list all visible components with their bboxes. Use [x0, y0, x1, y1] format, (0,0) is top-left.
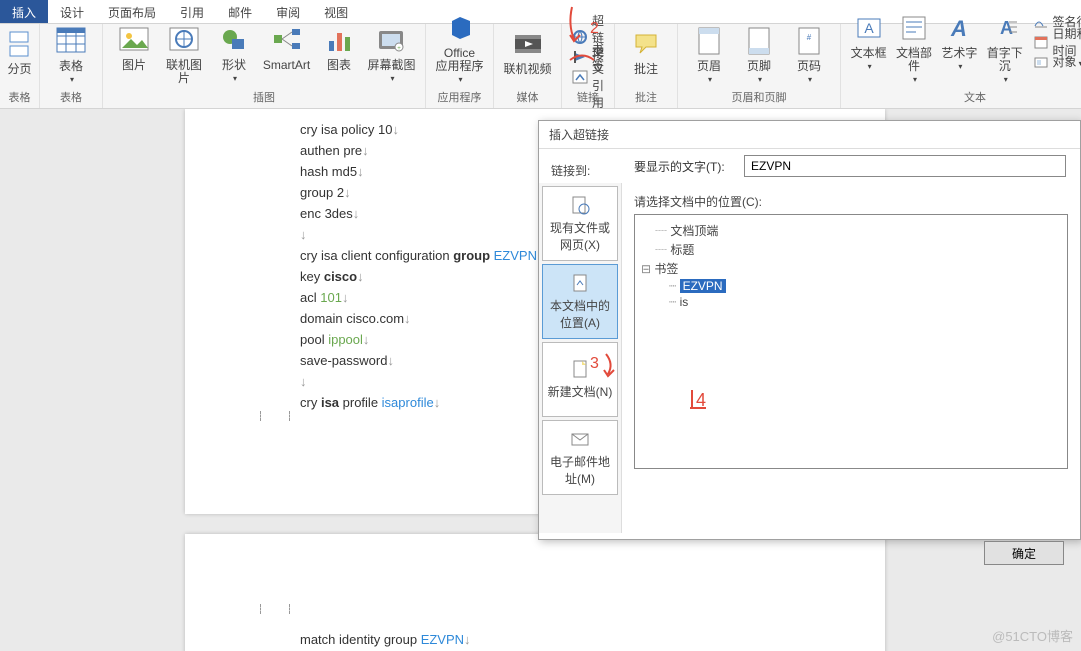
chart-icon	[323, 24, 355, 56]
smartart-icon	[271, 24, 303, 56]
group-label-comments: 批注	[635, 87, 657, 108]
ribbon: 分页 表格 表格▾ 表格 图片 联机图片 形状▾ SmartArt 图表 +屏幕…	[0, 24, 1081, 109]
linkto-panel: 现有文件或网页(X) 本文档中的位置(A) 新建文档(N) 电子邮件地址(M)	[539, 183, 622, 533]
object-icon	[1033, 54, 1049, 70]
display-text-input[interactable]	[744, 155, 1066, 177]
parts-button[interactable]: 文档部件▾	[890, 10, 938, 87]
group-label-apps: 应用程序	[438, 87, 482, 108]
linkto-email[interactable]: 电子邮件地址(M)	[542, 420, 618, 495]
pagenum-icon: #	[793, 25, 825, 57]
office-apps-button[interactable]: Office 应用程序▾	[432, 10, 487, 87]
textbox-icon: A	[853, 12, 885, 44]
crossref-button[interactable]: 交叉引用	[568, 67, 608, 87]
shapes-icon	[218, 24, 250, 56]
linkto-this-doc[interactable]: 本文档中的位置(A)	[542, 264, 618, 339]
tab-mailings[interactable]: 邮件	[216, 0, 264, 23]
textbox-button[interactable]: A文本框▾	[847, 10, 890, 74]
wordart-icon: A	[943, 12, 975, 44]
comment-button[interactable]: 批注	[621, 26, 671, 78]
tab-design[interactable]: 设计	[48, 0, 96, 23]
svg-text:+: +	[397, 46, 401, 52]
online-video-button[interactable]: 联机视频	[500, 26, 555, 78]
tree-bookmarks[interactable]: ⊟ 书签	[641, 259, 1061, 278]
crossref-icon	[572, 69, 588, 85]
tree-bookmark-is[interactable]: ┈ is	[641, 294, 1061, 310]
header-button[interactable]: 页眉▾	[684, 23, 734, 87]
datetime-button[interactable]: 日期和时间	[1029, 32, 1081, 52]
ok-button[interactable]: 确定	[984, 541, 1064, 565]
email-icon	[570, 429, 590, 449]
chart-button[interactable]: 图表	[314, 22, 364, 74]
video-icon	[512, 28, 544, 60]
smartart-button[interactable]: SmartArt	[259, 22, 314, 74]
group-label-media: 媒体	[517, 87, 539, 108]
tab-references[interactable]: 引用	[168, 0, 216, 23]
tab-review[interactable]: 审阅	[264, 0, 312, 23]
footer-button[interactable]: 页脚▾	[734, 23, 784, 87]
tab-view[interactable]: 视图	[312, 0, 360, 23]
wordart-button[interactable]: A艺术字▾	[938, 10, 981, 74]
dropcap-button[interactable]: A首字下沉▾	[981, 10, 1029, 87]
tab-layout[interactable]: 页面布局	[96, 0, 168, 23]
picture-icon	[118, 24, 150, 56]
office-apps-icon	[444, 12, 476, 44]
object-button[interactable]: 对象▾	[1029, 52, 1081, 72]
datetime-icon	[1033, 34, 1049, 50]
sigline-icon	[1033, 14, 1049, 30]
tree-bookmark-ezvpn[interactable]: ┈ EZVPN	[641, 278, 1061, 294]
page-break-icon	[4, 28, 36, 60]
group-label-links: 链接	[577, 87, 599, 108]
online-picture-button[interactable]: 联机图片	[159, 22, 209, 87]
svg-text:A: A	[950, 16, 967, 41]
select-location-label: 请选择文档中的位置(C):	[634, 193, 1068, 210]
bookmark-icon	[572, 49, 588, 65]
table-button[interactable]: 表格▾	[46, 23, 96, 87]
dropcap-icon: A	[989, 12, 1021, 44]
linkto-label: 链接到:	[539, 154, 634, 179]
location-tree[interactable]: ┈ 文档顶端 ┈ 标题 ⊟ 书签 ┈ EZVPN ┈ is	[634, 214, 1068, 469]
new-doc-icon	[570, 359, 590, 379]
footer-icon	[743, 25, 775, 57]
page-margin-marker	[260, 604, 290, 614]
tree-doc-top[interactable]: ┈ 文档顶端	[641, 221, 1061, 240]
picture-button[interactable]: 图片	[109, 22, 159, 74]
comment-icon	[630, 28, 662, 60]
watermark: @51CTO博客	[992, 626, 1073, 645]
page-break-button[interactable]: 分页	[3, 26, 37, 78]
linkto-existing-file[interactable]: 现有文件或网页(X)	[542, 186, 618, 261]
table-icon	[55, 25, 87, 57]
group-label-tables: 表格	[9, 87, 31, 108]
insert-hyperlink-dialog: 插入超链接 链接到: 要显示的文字(T): 现有文件或网页(X) 本文档中的位置…	[538, 120, 1081, 540]
svg-text:A: A	[1000, 18, 1013, 38]
group-label-illustrations: 插图	[253, 87, 275, 108]
group-label-table: 表格	[60, 87, 82, 108]
dialog-title: 插入超链接	[539, 121, 1080, 149]
parts-icon	[898, 12, 930, 44]
group-label-headerfooter: 页眉和页脚	[732, 87, 787, 108]
tab-insert[interactable]: 插入	[0, 0, 48, 23]
doc-location-icon	[570, 273, 590, 293]
dropdown-icon: ▾	[70, 76, 74, 85]
screenshot-button[interactable]: +屏幕截图▾	[364, 22, 419, 86]
svg-text:#: #	[807, 33, 812, 42]
online-picture-icon	[168, 24, 200, 56]
shapes-button[interactable]: 形状▾	[209, 22, 259, 86]
svg-text:A: A	[864, 20, 874, 36]
display-text-label: 要显示的文字(T):	[634, 158, 744, 175]
tree-headings[interactable]: ┈ 标题	[641, 240, 1061, 259]
header-icon	[693, 25, 725, 57]
page-margin-marker	[260, 411, 290, 421]
hyperlink-icon	[572, 29, 588, 45]
linkto-new-doc[interactable]: 新建文档(N)	[542, 342, 618, 417]
globe-page-icon	[570, 195, 590, 215]
screenshot-icon: +	[376, 24, 408, 56]
pagenum-button[interactable]: #页码▾	[784, 23, 834, 87]
group-label-text: 文本	[964, 87, 986, 108]
